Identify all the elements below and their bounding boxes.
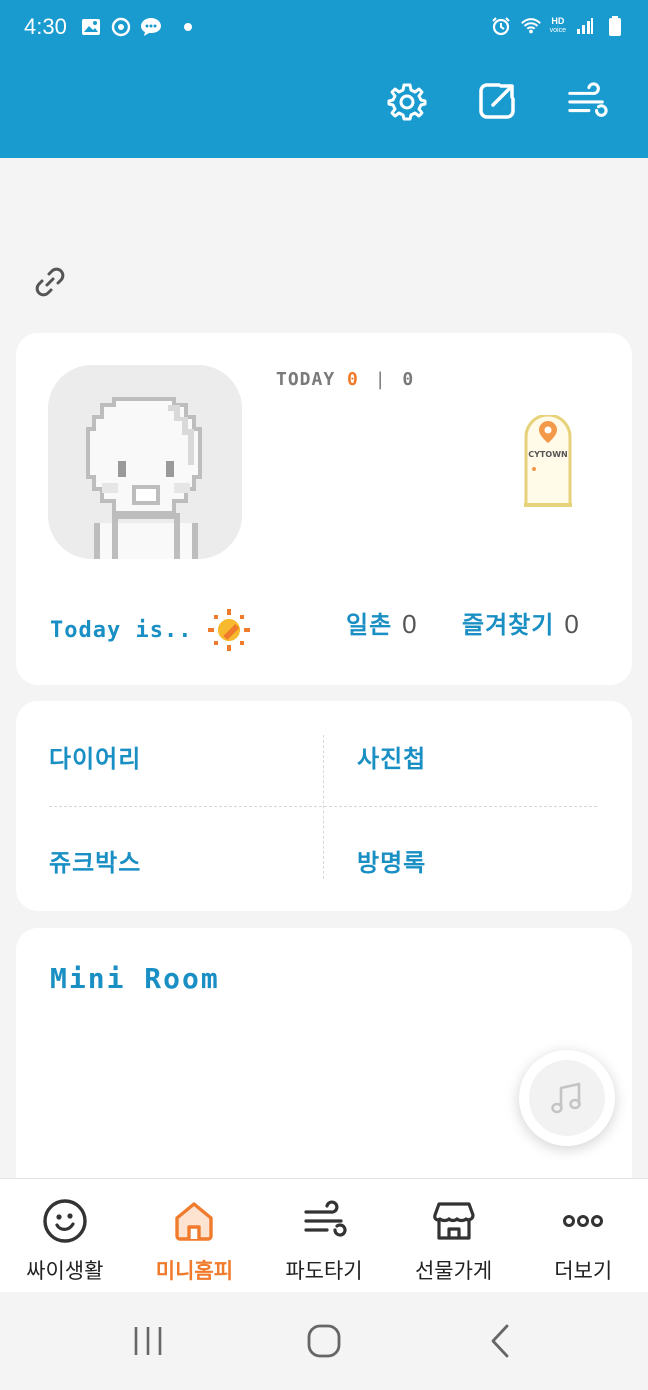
smile-icon [41, 1197, 89, 1245]
bottom-navigation: 싸이생활 미니홈피 파도타기 선물가게 더보기 [0, 1178, 648, 1292]
settings-icon [387, 83, 427, 121]
wifi-icon [520, 15, 542, 37]
nav-gift-shop[interactable]: 선물가게 [389, 1179, 519, 1292]
default-avatar-icon [48, 365, 242, 559]
status-left-icons [80, 16, 192, 38]
cytown-door-icon: CYTOWN [524, 413, 572, 507]
menu-horizontal-divider [49, 806, 597, 807]
system-navigation-bar [0, 1292, 648, 1390]
status-time: 4:30 [24, 14, 67, 39]
nav-label: 파도타기 [285, 1259, 363, 1283]
status-right-icons: HD voice [490, 15, 626, 37]
recent-apps-icon [134, 1327, 162, 1355]
favorites-count-button[interactable]: 즐겨찾기 0 [462, 605, 579, 640]
share-button[interactable] [476, 80, 518, 122]
wave-menu-button[interactable] [566, 80, 608, 122]
profile-card: TODAY 0 | 0 CYTOWN Today is.. 일촌 0 즐겨찾기 … [16, 333, 632, 685]
link-icon [35, 267, 65, 297]
header-actions [386, 80, 608, 122]
link-button[interactable] [34, 266, 66, 298]
nav-label: 싸이생활 [26, 1259, 104, 1283]
nav-more[interactable]: 더보기 [518, 1179, 648, 1292]
wind-icon [300, 1197, 348, 1245]
ilchon-count-button[interactable]: 일촌 0 [346, 605, 417, 640]
music-button-inner [529, 1060, 605, 1136]
menu-vertical-divider [323, 735, 324, 879]
album-menu-item[interactable]: 사진첩 [357, 739, 426, 774]
notification-dot-icon [184, 23, 192, 31]
hd-voice-icon: HD voice [550, 17, 566, 35]
music-note-icon [551, 1082, 581, 1114]
more-icon [559, 1197, 607, 1245]
ilchon-label: 일촌 [346, 611, 393, 639]
today-is-mood[interactable]: Today is.. [50, 607, 252, 653]
home-icon [170, 1197, 218, 1245]
favorites-count: 0 [564, 609, 579, 639]
ilchon-count: 0 [402, 609, 417, 639]
signal-icon [574, 15, 596, 37]
hd-label: HD [551, 16, 565, 26]
recent-apps-button[interactable] [118, 1311, 178, 1371]
cytown-sign-button[interactable]: CYTOWN [520, 413, 576, 511]
sync-notification-icon [110, 16, 132, 38]
guestbook-menu-item[interactable]: 방명록 [357, 843, 426, 878]
avatar[interactable] [48, 365, 242, 559]
miniroom-title: Mini Room [50, 962, 220, 995]
message-notification-icon [140, 16, 162, 38]
today-is-label: Today is.. [50, 617, 193, 643]
menu-card: 다이어리 사진첩 쥬크박스 방명록 [16, 701, 632, 911]
alarm-icon [490, 15, 512, 37]
cytown-label: CYTOWN [528, 450, 567, 459]
total-count: 0 [402, 369, 415, 390]
image-notification-icon [80, 16, 102, 38]
settings-button[interactable] [386, 80, 428, 122]
nav-label: 선물가게 [414, 1259, 493, 1283]
diary-menu-item[interactable]: 다이어리 [49, 739, 141, 774]
nav-wave-surfing[interactable]: 파도타기 [259, 1179, 389, 1292]
back-icon [491, 1324, 509, 1358]
jukebox-menu-item[interactable]: 쥬크박스 [49, 843, 141, 878]
counter-separator: | [374, 369, 387, 390]
nav-label: 더보기 [554, 1259, 613, 1283]
favorites-label: 즐겨찾기 [462, 611, 555, 639]
store-icon [430, 1197, 478, 1245]
music-player-button[interactable] [519, 1050, 615, 1146]
status-bar: 4:30 HD voice [0, 0, 648, 56]
battery-icon [604, 15, 626, 37]
today-count: 0 [347, 369, 359, 390]
nav-label: 미니홈피 [155, 1259, 234, 1283]
sun-icon [208, 609, 251, 651]
wind-menu-icon [568, 82, 608, 117]
nav-cyworld-life[interactable]: 싸이생활 [0, 1179, 130, 1292]
today-label: TODAY [276, 369, 336, 390]
visitor-counter: TODAY 0 | 0 [276, 369, 414, 390]
home-circle-icon [307, 1324, 341, 1358]
nav-minihompy[interactable]: 미니홈피 [130, 1179, 260, 1292]
back-button[interactable] [470, 1311, 530, 1371]
share-icon [479, 83, 515, 119]
home-button[interactable] [294, 1311, 354, 1371]
app-header: 4:30 HD voice [0, 0, 648, 158]
voice-label: voice [549, 27, 566, 34]
